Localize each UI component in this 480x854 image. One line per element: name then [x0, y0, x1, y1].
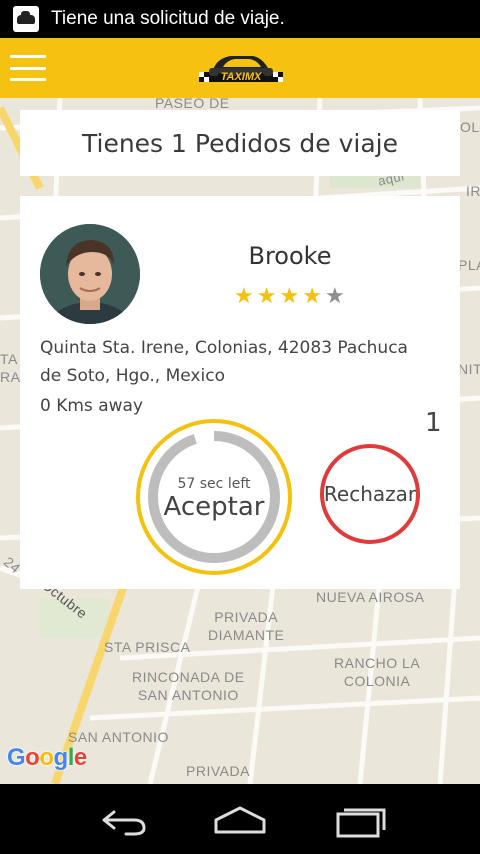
rider-rating: ★★★★★ — [234, 284, 348, 309]
taxi-logo: TAXIMX — [199, 56, 283, 83]
countdown-timer: 57 sec left — [177, 476, 251, 492]
ride-request-card: Brooke ★★★★★ Quinta Sta. Irene, Colonias… — [20, 196, 460, 589]
logo-text: TAXIMX — [221, 71, 262, 83]
request-header-card: Tienes 1 Pedidos de viaje — [20, 110, 460, 176]
notification-text: Tiene una solicitud de viaje. — [51, 8, 285, 29]
map-label-ta: TA — [0, 351, 18, 367]
star-filled-icon: ★ — [256, 284, 280, 309]
pickup-address: Quinta Sta. Irene, Colonias, 42083 Pachu… — [40, 338, 408, 386]
star-filled-icon: ★ — [279, 284, 303, 309]
accept-button[interactable]: 57 sec left Aceptar — [135, 418, 293, 576]
system-nav-bar — [0, 784, 480, 854]
map-label-ir: IR — [466, 183, 480, 199]
star-filled-icon: ★ — [302, 284, 325, 309]
map-label-nueva-airosa: NUEVA AIROSA — [316, 589, 425, 605]
map-label-rancho: RANCHO LA COLONIA — [334, 655, 421, 689]
rider-avatar — [40, 224, 140, 324]
map-label-olf: OLF — [460, 119, 480, 135]
map-label-pla: PLA — [458, 257, 480, 273]
map-label-privada-diamante: PRIVADA DIAMANTE — [208, 609, 285, 643]
map-label-privada: PRIVADA — [186, 763, 250, 779]
recents-icon[interactable] — [330, 800, 390, 840]
request-count: 1 — [425, 408, 442, 438]
map-label-rinconada: RINCONADA DE SAN ANTONIO — [132, 669, 245, 703]
star-filled-icon: ★ — [234, 284, 257, 309]
app-bar: TAXIMX — [0, 38, 480, 98]
request-header-title: Tienes 1 Pedidos de viaje — [82, 128, 398, 158]
home-icon[interactable] — [210, 800, 270, 840]
back-icon[interactable] — [90, 800, 150, 840]
map-label-sta-prisca: STA PRISCA — [104, 639, 191, 655]
accept-label: Aceptar — [163, 492, 265, 522]
reject-label: Rechazar — [323, 482, 417, 506]
status-bar: Tiene una solicitud de viaje. — [0, 0, 480, 38]
reject-button[interactable]: Rechazar — [320, 444, 420, 544]
hamburger-menu-icon[interactable] — [10, 55, 46, 81]
google-attribution-logo: Google — [7, 744, 87, 771]
rider-name: Brooke — [248, 242, 332, 270]
pickup-distance: 0 Kms away — [40, 396, 143, 416]
map-label-ra: RA — [0, 369, 21, 385]
map-label-nit: NIT — [458, 361, 480, 377]
star-empty-icon: ★ — [324, 284, 348, 309]
taxi-notification-icon — [13, 6, 39, 32]
